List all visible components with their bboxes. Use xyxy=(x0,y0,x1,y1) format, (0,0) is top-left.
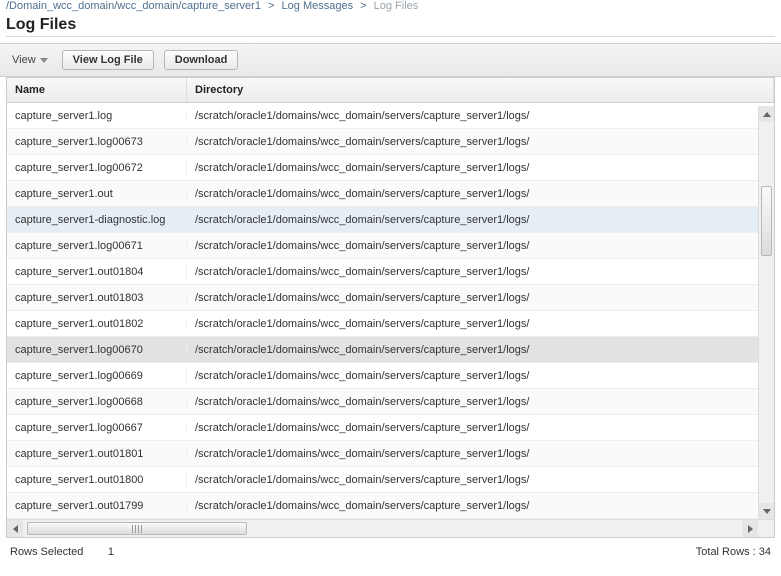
table-row[interactable]: capture_server1.out01803/scratch/oracle1… xyxy=(7,285,774,311)
cell-name: capture_server1.out xyxy=(7,188,187,200)
scroll-up-arrow-icon[interactable] xyxy=(759,106,774,122)
cell-directory: /scratch/oracle1/domains/wcc_domain/serv… xyxy=(187,396,774,408)
table-row[interactable]: capture_server1.log/scratch/oracle1/doma… xyxy=(7,103,774,129)
table-footer: Rows Selected 1 Total Rows : 34 xyxy=(0,538,781,562)
cell-name: capture_server1.out01803 xyxy=(7,292,187,304)
horizontal-scroll-thumb[interactable] xyxy=(27,522,247,535)
cell-directory: /scratch/oracle1/domains/wcc_domain/serv… xyxy=(187,370,774,382)
vertical-scrollbar[interactable] xyxy=(758,106,774,519)
table-body: capture_server1.log/scratch/oracle1/doma… xyxy=(7,103,774,519)
table-row[interactable]: capture_server1.out01802/scratch/oracle1… xyxy=(7,311,774,337)
table-row[interactable]: capture_server1.log00668/scratch/oracle1… xyxy=(7,389,774,415)
column-header-directory[interactable]: Directory xyxy=(187,78,774,102)
total-rows-value: 34 xyxy=(759,546,771,558)
table-row[interactable]: capture_server1.log00669/scratch/oracle1… xyxy=(7,363,774,389)
table-header: Name Directory xyxy=(7,78,774,103)
toolbar: View View Log File Download xyxy=(0,43,781,77)
cell-name: capture_server1.out01804 xyxy=(7,266,187,278)
cell-directory: /scratch/oracle1/domains/wcc_domain/serv… xyxy=(187,110,774,122)
cell-name: capture_server1.log00668 xyxy=(7,396,187,408)
view-menu[interactable]: View xyxy=(8,52,52,68)
cell-name: capture_server1.out01801 xyxy=(7,448,187,460)
view-log-file-button[interactable]: View Log File xyxy=(62,50,154,70)
scroll-right-arrow-icon[interactable] xyxy=(742,520,758,537)
cell-directory: /scratch/oracle1/domains/wcc_domain/serv… xyxy=(187,474,774,486)
cell-directory: /scratch/oracle1/domains/wcc_domain/serv… xyxy=(187,188,774,200)
grip-icon xyxy=(132,525,142,533)
table-row[interactable]: capture_server1.log00672/scratch/oracle1… xyxy=(7,155,774,181)
cell-name: capture_server1.out01800 xyxy=(7,474,187,486)
table-row[interactable]: capture_server1.out01799/scratch/oracle1… xyxy=(7,493,774,519)
log-files-table: Name Directory capture_server1.log/scrat… xyxy=(6,77,775,538)
cell-name: capture_server1.log00673 xyxy=(7,136,187,148)
column-header-name[interactable]: Name xyxy=(7,78,187,102)
cell-name: capture_server1.out01802 xyxy=(7,318,187,330)
table-row[interactable]: capture_server1-diagnostic.log/scratch/o… xyxy=(7,207,774,233)
cell-name: capture_server1.log00672 xyxy=(7,162,187,174)
cell-directory: /scratch/oracle1/domains/wcc_domain/serv… xyxy=(187,136,774,148)
table-row[interactable]: capture_server1.out01801/scratch/oracle1… xyxy=(7,441,774,467)
rows-selected-count: 1 xyxy=(108,546,114,558)
horizontal-scrollbar[interactable] xyxy=(7,519,774,537)
cell-name: capture_server1.log00671 xyxy=(7,240,187,252)
breadcrumb-link[interactable]: Log Messages xyxy=(282,0,354,12)
cell-directory: /scratch/oracle1/domains/wcc_domain/serv… xyxy=(187,422,774,434)
breadcrumb-link[interactable]: /Domain_wcc_domain/wcc_domain/capture_se… xyxy=(6,0,261,12)
table-row[interactable]: capture_server1.log00671/scratch/oracle1… xyxy=(7,233,774,259)
chevron-down-icon xyxy=(40,58,48,63)
cell-directory: /scratch/oracle1/domains/wcc_domain/serv… xyxy=(187,500,774,512)
cell-name: capture_server1.out01799 xyxy=(7,500,187,512)
view-menu-label: View xyxy=(12,54,36,66)
table-row[interactable]: capture_server1.out01804/scratch/oracle1… xyxy=(7,259,774,285)
scroll-down-arrow-icon[interactable] xyxy=(759,503,774,519)
cell-directory: /scratch/oracle1/domains/wcc_domain/serv… xyxy=(187,214,774,226)
cell-name: capture_server1.log00667 xyxy=(7,422,187,434)
cell-name: capture_server1.log00669 xyxy=(7,370,187,382)
breadcrumb-current: Log Files xyxy=(374,0,419,12)
cell-name: capture_server1.log xyxy=(7,110,187,122)
breadcrumb: /Domain_wcc_domain/wcc_domain/capture_se… xyxy=(0,0,781,12)
scroll-left-arrow-icon[interactable] xyxy=(7,520,23,537)
table-row[interactable]: capture_server1.log00673/scratch/oracle1… xyxy=(7,129,774,155)
table-row[interactable]: capture_server1.out01800/scratch/oracle1… xyxy=(7,467,774,493)
page-title: Log Files xyxy=(6,16,775,37)
table-row[interactable]: capture_server1.log00667/scratch/oracle1… xyxy=(7,415,774,441)
cell-directory: /scratch/oracle1/domains/wcc_domain/serv… xyxy=(187,448,774,460)
vertical-scroll-thumb[interactable] xyxy=(761,186,772,256)
table-row[interactable]: capture_server1.out/scratch/oracle1/doma… xyxy=(7,181,774,207)
cell-name: capture_server1.log00670 xyxy=(7,344,187,356)
cell-directory: /scratch/oracle1/domains/wcc_domain/serv… xyxy=(187,266,774,278)
download-button[interactable]: Download xyxy=(164,50,239,70)
cell-directory: /scratch/oracle1/domains/wcc_domain/serv… xyxy=(187,292,774,304)
cell-directory: /scratch/oracle1/domains/wcc_domain/serv… xyxy=(187,344,774,356)
cell-directory: /scratch/oracle1/domains/wcc_domain/serv… xyxy=(187,240,774,252)
total-rows-label: Total Rows : xyxy=(696,546,756,558)
cell-directory: /scratch/oracle1/domains/wcc_domain/serv… xyxy=(187,318,774,330)
cell-name: capture_server1-diagnostic.log xyxy=(7,214,187,226)
cell-directory: /scratch/oracle1/domains/wcc_domain/serv… xyxy=(187,162,774,174)
table-row[interactable]: capture_server1.log00670/scratch/oracle1… xyxy=(7,337,774,363)
breadcrumb-sep: > xyxy=(264,0,278,12)
rows-selected-label: Rows Selected xyxy=(10,546,83,558)
breadcrumb-sep: > xyxy=(356,0,370,12)
